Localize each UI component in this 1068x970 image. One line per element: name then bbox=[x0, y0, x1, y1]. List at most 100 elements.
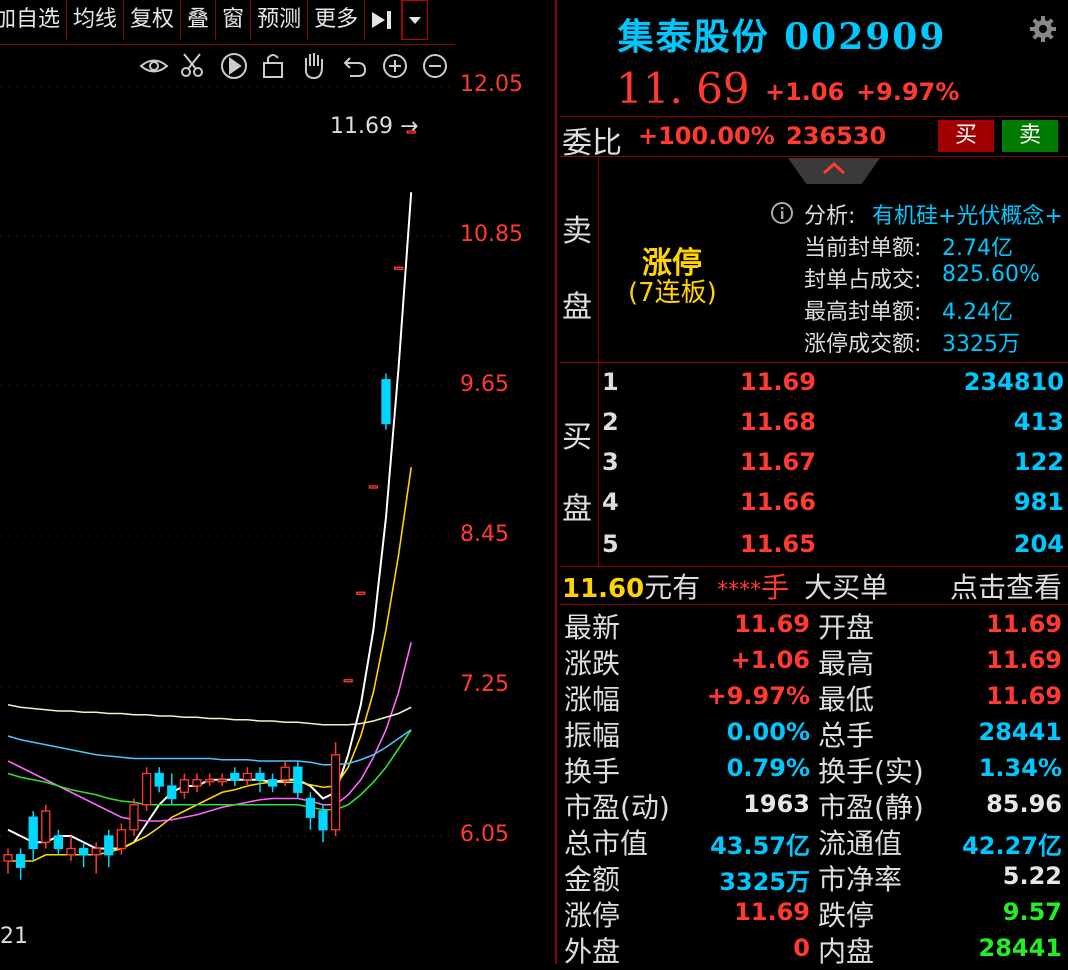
current-price: 11. 69 bbox=[616, 64, 750, 113]
stat-label: 最新 bbox=[564, 611, 621, 644]
candlestick[interactable] bbox=[230, 767, 240, 786]
candlestick[interactable] bbox=[15, 848, 26, 880]
candle-body bbox=[381, 379, 391, 425]
candle-body bbox=[53, 835, 64, 850]
bid-level: 3 bbox=[602, 448, 619, 476]
toolbar-more[interactable]: 更多 bbox=[308, 0, 366, 40]
candle-body bbox=[129, 804, 139, 831]
weibi-num: 236530 bbox=[786, 122, 887, 150]
candlestick[interactable] bbox=[267, 773, 278, 793]
big-order-banner[interactable]: 11.60元有 ****手 大买单 点击查看 bbox=[562, 566, 1068, 604]
limit-turnover-label: 涨停成交额: bbox=[804, 332, 922, 357]
candlestick[interactable] bbox=[381, 373, 391, 430]
bid-level: 2 bbox=[602, 408, 619, 436]
info-icon[interactable] bbox=[770, 201, 794, 229]
panel-divider bbox=[555, 0, 557, 964]
candle-body bbox=[104, 835, 114, 856]
candlestick[interactable] bbox=[305, 792, 316, 830]
candlestick[interactable] bbox=[154, 767, 164, 793]
chevron-up-icon[interactable] bbox=[820, 158, 848, 182]
stat-label: 内盘 bbox=[818, 935, 875, 968]
bid-price: 11.66 bbox=[740, 488, 816, 516]
candlestick[interactable] bbox=[3, 848, 13, 874]
bid-volume: 981 bbox=[1013, 488, 1064, 516]
candlestick[interactable] bbox=[242, 767, 253, 786]
candlestick[interactable] bbox=[167, 773, 177, 805]
y-tick-label: 8.45 bbox=[460, 522, 509, 547]
sell-button[interactable]: 卖 bbox=[1002, 120, 1058, 152]
buy-button[interactable]: 买 bbox=[938, 120, 994, 152]
candlestick[interactable] bbox=[217, 773, 227, 787]
stat-label: 涨幅 bbox=[564, 683, 621, 716]
candle-body bbox=[368, 485, 379, 489]
sell-side-label-top: 卖 bbox=[562, 214, 592, 249]
bid-volume: 122 bbox=[1013, 448, 1064, 476]
toolbar-add-watchlist[interactable]: 加自选 bbox=[0, 0, 68, 40]
candlestick[interactable] bbox=[330, 742, 341, 836]
candle-body bbox=[393, 266, 404, 270]
big-order-stars: **** bbox=[717, 578, 762, 603]
candle-body bbox=[204, 779, 215, 783]
candlestick[interactable] bbox=[318, 804, 328, 843]
stat-value: 11.69 bbox=[986, 646, 1062, 674]
toolbar-forecast[interactable]: 预测 bbox=[251, 0, 309, 40]
toolbar-moving-average[interactable]: 均线 bbox=[67, 0, 125, 40]
candlestick[interactable] bbox=[293, 761, 303, 799]
limit-turnover-value: 3325万 bbox=[942, 332, 1020, 357]
moving-average-line bbox=[7, 642, 412, 822]
candlestick[interactable] bbox=[104, 829, 114, 868]
stat-value: 11.69 bbox=[986, 682, 1062, 710]
candlestick[interactable] bbox=[179, 773, 190, 799]
y-tick-label: 10.85 bbox=[460, 222, 523, 247]
candle-body bbox=[179, 779, 190, 793]
bid-price: 11.69 bbox=[740, 368, 816, 396]
stat-label: 市盈(静) bbox=[818, 791, 924, 824]
candlestick[interactable] bbox=[53, 829, 64, 855]
chart-toolbar: 加自选 均线 复权 叠 窗 预测 更多 bbox=[0, 0, 455, 45]
candlestick[interactable] bbox=[393, 266, 404, 270]
analysis-concept[interactable]: 有机硅+光伏概念+ bbox=[872, 198, 1063, 230]
candlestick[interactable] bbox=[343, 679, 353, 683]
candlestick[interactable] bbox=[66, 836, 76, 861]
bid-price: 11.65 bbox=[740, 530, 816, 558]
candlestick[interactable] bbox=[204, 773, 215, 787]
candlestick[interactable] bbox=[129, 798, 139, 837]
divider bbox=[560, 116, 1068, 117]
big-order-hand: 手 bbox=[761, 571, 790, 604]
moving-average-line bbox=[7, 703, 412, 726]
jump-end-icon[interactable] bbox=[365, 0, 403, 40]
big-order-label: 大买单 bbox=[804, 571, 889, 604]
stat-label: 涨停 bbox=[564, 899, 621, 932]
toolbar-adjust[interactable]: 复权 bbox=[124, 0, 182, 40]
candlestick[interactable] bbox=[141, 767, 152, 811]
bid-price: 11.68 bbox=[740, 408, 816, 436]
bid-volume: 234810 bbox=[963, 368, 1064, 396]
gear-icon[interactable] bbox=[1028, 14, 1058, 44]
divider bbox=[560, 156, 1068, 157]
candlestick[interactable] bbox=[192, 773, 202, 793]
toolbar-overlay[interactable]: 叠 bbox=[181, 0, 217, 40]
bid-level: 4 bbox=[602, 488, 619, 516]
toolbar-window[interactable]: 窗 bbox=[216, 0, 252, 40]
y-tick-label: 7.25 bbox=[460, 672, 509, 697]
y-tick-label: 12.05 bbox=[460, 72, 523, 97]
candlestick[interactable] bbox=[78, 842, 89, 868]
seal-amount-value: 2.74亿 bbox=[942, 236, 1013, 261]
candlestick[interactable] bbox=[41, 804, 51, 849]
big-order-link[interactable]: 点击查看 bbox=[950, 566, 1062, 606]
limit-up-streak: (7连板) bbox=[628, 278, 717, 308]
seal-amount-label: 当前封单额: bbox=[804, 236, 922, 261]
y-tick-label: 9.65 bbox=[460, 372, 509, 397]
big-order-price: 11.60 bbox=[562, 574, 645, 604]
stat-value: 0.00% bbox=[726, 718, 810, 746]
candlestick[interactable] bbox=[28, 811, 38, 861]
seal-ratio-value: 825.60% bbox=[942, 262, 1040, 287]
candlestick[interactable] bbox=[255, 767, 265, 793]
stat-value: 1.34% bbox=[978, 754, 1062, 782]
seal-ratio-label: 封单占成交: bbox=[804, 268, 922, 293]
dropdown-arrow-icon[interactable] bbox=[402, 0, 429, 40]
candlestick[interactable] bbox=[368, 485, 379, 489]
candlestick[interactable] bbox=[356, 591, 366, 595]
candle-body bbox=[78, 847, 89, 856]
candle-body bbox=[330, 754, 341, 831]
